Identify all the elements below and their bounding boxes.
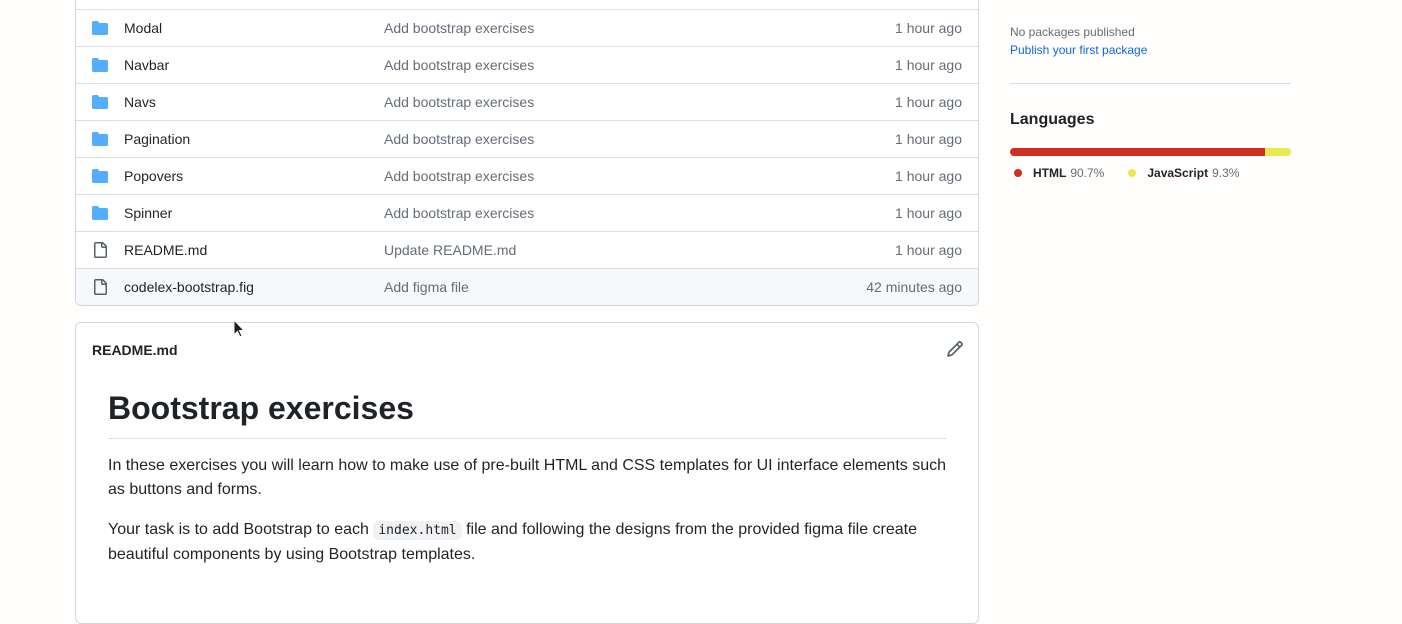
commit-age: 1 hour ago xyxy=(895,168,962,184)
folder-icon xyxy=(92,21,108,35)
file-row[interactable]: Modal Add bootstrap exercises 1 hour ago xyxy=(76,9,978,46)
readme-heading: Bootstrap exercises xyxy=(108,390,946,440)
sidebar-divider xyxy=(1010,83,1291,84)
file-row[interactable]: Spinner Add bootstrap exercises 1 hour ago xyxy=(76,194,978,231)
commit-message[interactable]: Add bootstrap exercises xyxy=(384,168,534,184)
file-row[interactable]: Navs Add bootstrap exercises 1 hour ago xyxy=(76,83,978,120)
file-list: Modal Add bootstrap exercises 1 hour ago Na… xyxy=(75,0,979,306)
commit-age: 1 hour ago xyxy=(895,57,962,73)
inline-code: index.html xyxy=(373,521,462,541)
language-percent: 90.7% xyxy=(1070,166,1105,180)
commit-message[interactable]: Add bootstrap exercises xyxy=(384,131,534,147)
file-name[interactable]: Spinner xyxy=(124,205,172,221)
file-name[interactable]: Pagination xyxy=(124,131,190,147)
commit-message[interactable]: Add figma file xyxy=(384,279,469,295)
language-javascript[interactable]: JavaScript 9.3% xyxy=(1128,166,1239,180)
commit-message[interactable]: Add bootstrap exercises xyxy=(384,205,534,221)
commit-age: 1 hour ago xyxy=(895,242,962,258)
commit-age: 1 hour ago xyxy=(895,205,962,221)
file-icon xyxy=(94,279,107,295)
file-name[interactable]: Modal xyxy=(124,20,162,36)
publish-package-link[interactable]: Publish your first package xyxy=(1010,43,1147,57)
file-name[interactable]: README.md xyxy=(124,242,207,258)
readme-body: Bootstrap exercises In these exercises y… xyxy=(108,390,947,567)
file-row[interactable]: Navbar Add bootstrap exercises 1 hour ago xyxy=(76,46,978,83)
commit-age: 1 hour ago xyxy=(895,94,962,110)
file-row[interactable]: codelex-bootstrap.fig Add figma file 42 mi… xyxy=(76,268,978,305)
folder-icon xyxy=(92,58,108,72)
language-html[interactable]: HTML 90.7% xyxy=(1014,166,1104,180)
folder-icon xyxy=(92,169,108,183)
readme-panel: README.md Bootstrap exercises In these e… xyxy=(75,322,979,624)
commit-message[interactable]: Update README.md xyxy=(384,242,516,258)
readme-header: README.md xyxy=(76,323,978,375)
file-name[interactable]: Popovers xyxy=(124,168,183,184)
language-bar-html[interactable] xyxy=(1010,148,1265,156)
file-row[interactable]: README.md Update README.md 1 hour ago xyxy=(76,231,978,268)
language-name: HTML xyxy=(1033,166,1067,180)
folder-icon xyxy=(92,95,108,109)
readme-paragraph-2: Your task is to add Bootstrap to each in… xyxy=(108,518,946,567)
language-bar-javascript[interactable] xyxy=(1264,148,1291,156)
file-name[interactable]: Navs xyxy=(124,94,156,110)
commit-message[interactable]: Add bootstrap exercises xyxy=(384,57,534,73)
mouse-cursor-icon xyxy=(233,319,245,338)
javascript-dot-icon xyxy=(1128,169,1137,177)
folder-icon xyxy=(92,132,108,146)
file-list-top xyxy=(76,0,978,9)
languages-bar xyxy=(1010,148,1291,156)
file-row[interactable]: Pagination Add bootstrap exercises 1 hour … xyxy=(76,120,978,157)
languages-legend: HTML 90.7% JavaScript 9.3% xyxy=(1014,166,1239,180)
readme-paragraph-1: In these exercises you will learn how to… xyxy=(108,457,947,499)
commit-age: 42 minutes ago xyxy=(866,279,962,295)
commit-age: 1 hour ago xyxy=(895,131,962,147)
file-icon xyxy=(94,242,107,258)
readme-paragraph-2-start: Your task is to add Bootstrap to each xyxy=(108,521,374,539)
readme-filename[interactable]: README.md xyxy=(92,342,178,358)
packages-empty-text: No packages published xyxy=(1010,25,1135,39)
file-name[interactable]: codelex-bootstrap.fig xyxy=(124,279,254,295)
file-row[interactable]: Popovers Add bootstrap exercises 1 hour ag… xyxy=(76,157,978,194)
language-name: JavaScript xyxy=(1147,166,1209,180)
commit-message[interactable]: Add bootstrap exercises xyxy=(384,20,534,36)
commit-age: 1 hour ago xyxy=(895,20,962,36)
folder-icon xyxy=(92,206,108,220)
pencil-icon[interactable] xyxy=(946,340,964,358)
file-name[interactable]: Navbar xyxy=(124,57,169,73)
html-dot-icon xyxy=(1014,169,1022,177)
commit-message[interactable]: Add bootstrap exercises xyxy=(384,94,534,110)
languages-title: Languages xyxy=(1010,111,1095,128)
language-percent: 9.3% xyxy=(1212,166,1240,180)
